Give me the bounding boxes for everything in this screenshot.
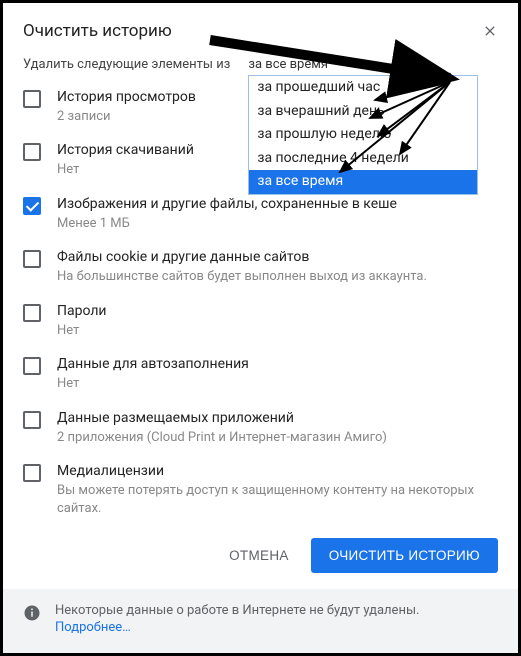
clear-history-button[interactable]: ОЧИСТИТЬ ИСТОРИЮ bbox=[311, 538, 498, 573]
checkbox[interactable] bbox=[23, 464, 41, 482]
item-sub: На большинстве сайтов будет выполнен вых… bbox=[57, 268, 427, 286]
list-item: МедиалицензииВы можете потерять доступ к… bbox=[19, 454, 502, 525]
checkbox[interactable] bbox=[23, 304, 41, 322]
checkbox[interactable] bbox=[23, 250, 41, 268]
item-title: Изображения и другие файлы, сохраненные … bbox=[57, 195, 397, 214]
list-item: Данные размещаемых приложений2 приложени… bbox=[19, 401, 502, 454]
item-title: Пароли bbox=[57, 302, 107, 321]
item-sub: Нет bbox=[57, 375, 249, 393]
cancel-button[interactable]: ОТМЕНА bbox=[215, 538, 303, 573]
checkbox[interactable] bbox=[23, 197, 41, 215]
checkbox[interactable] bbox=[23, 90, 41, 108]
checkbox[interactable] bbox=[23, 357, 41, 375]
dialog-actions: ОТМЕНА ОЧИСТИТЬ ИСТОРИЮ bbox=[3, 526, 518, 589]
item-sub: Вы можете потерять доступ к защищенному … bbox=[57, 482, 498, 517]
learn-more-link[interactable]: Подробнее… bbox=[55, 620, 131, 635]
dialog-footer: Некоторые данные о работе в Интернете не… bbox=[3, 589, 518, 653]
list-item: Файлы cookie и другие данные сайтовНа бо… bbox=[19, 240, 502, 293]
dialog-title: Очистить историю bbox=[23, 21, 172, 41]
chevron-down-icon bbox=[408, 62, 416, 67]
item-title: Файлы cookie и другие данные сайтов bbox=[57, 248, 427, 267]
time-option[interactable]: за прошлую неделю bbox=[249, 123, 477, 147]
delete-label: Удалить следующие элементы из bbox=[23, 57, 230, 72]
time-range-row: Удалить следующие элементы из за все вре… bbox=[3, 49, 518, 74]
dialog-header: Очистить историю bbox=[3, 3, 518, 49]
item-sub: Нет bbox=[57, 161, 194, 179]
item-title: История просмотров bbox=[57, 88, 196, 107]
item-title: История скачиваний bbox=[57, 141, 194, 160]
item-sub: 2 приложения (Cloud Print и Интернет-маг… bbox=[57, 429, 387, 447]
time-option[interactable]: за прошедший час bbox=[249, 76, 477, 100]
info-icon bbox=[23, 604, 41, 622]
time-range-value: за все время bbox=[248, 57, 328, 72]
item-title: Данные размещаемых приложений bbox=[57, 409, 387, 428]
list-item: ПаролиНет bbox=[19, 294, 502, 347]
time-option[interactable]: за вчерашний день bbox=[249, 100, 477, 124]
item-sub: Нет bbox=[57, 322, 107, 340]
item-title: Медиалицензии bbox=[57, 462, 498, 481]
item-sub: 2 записи bbox=[57, 108, 196, 126]
checkbox[interactable] bbox=[23, 143, 41, 161]
time-range-select[interactable]: за все время за прошедший час за вчерашн… bbox=[248, 57, 498, 72]
time-option[interactable]: за последние 4 недели bbox=[249, 147, 477, 171]
close-icon[interactable] bbox=[482, 23, 498, 39]
checkbox[interactable] bbox=[23, 411, 41, 429]
item-title: Данные для автозаполнения bbox=[57, 355, 249, 374]
clear-history-dialog: Очистить историю Удалить следующие элеме… bbox=[0, 0, 521, 656]
list-item: Данные для автозаполненияНет bbox=[19, 347, 502, 400]
item-sub: Менее 1 МБ bbox=[57, 215, 397, 233]
footer-text: Некоторые данные о работе в Интернете не… bbox=[55, 603, 419, 618]
time-option-selected[interactable]: за все время bbox=[249, 170, 477, 194]
time-range-dropdown: за прошедший час за вчерашний день за пр… bbox=[248, 75, 478, 195]
